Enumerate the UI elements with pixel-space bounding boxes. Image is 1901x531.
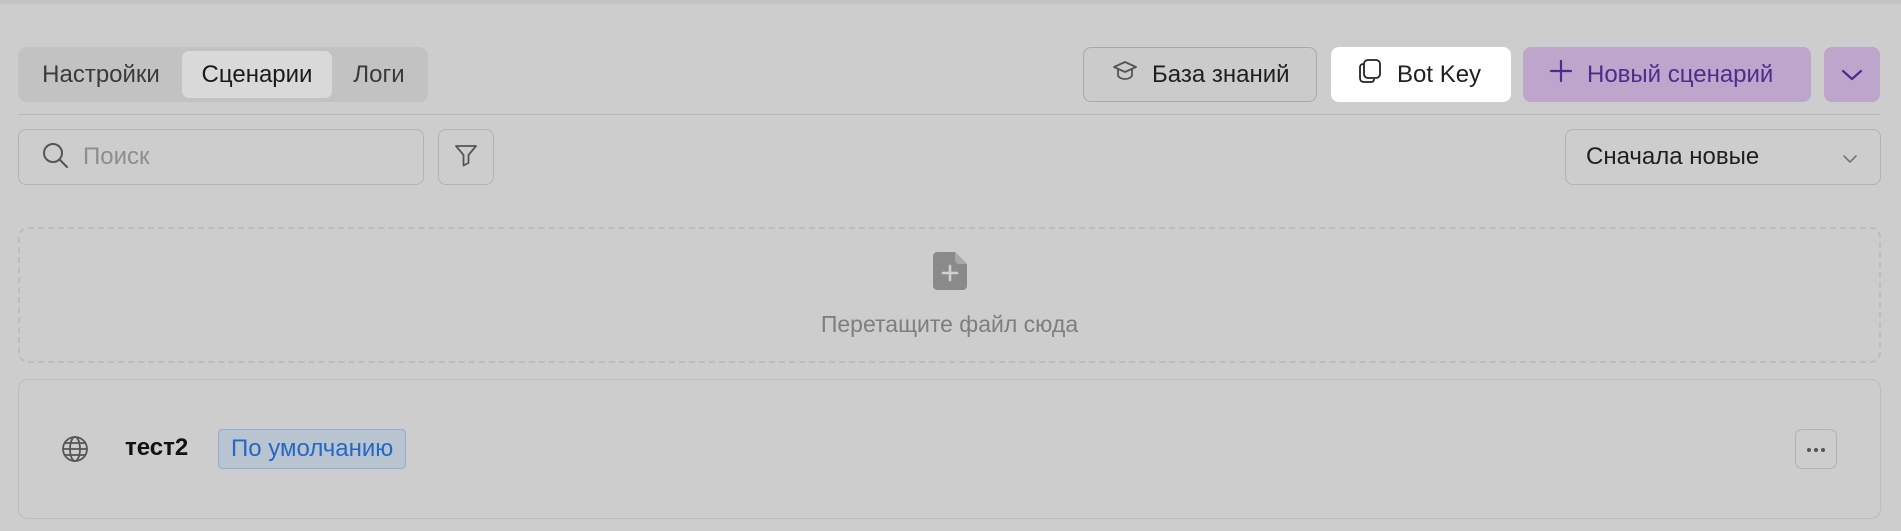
graduation-cap-icon <box>1112 60 1138 89</box>
bot-key-button[interactable]: Bot Key <box>1331 47 1511 102</box>
sort-select[interactable]: Сначала новые <box>1565 129 1881 185</box>
tab-settings[interactable]: Настройки <box>22 51 180 98</box>
bot-key-label: Bot Key <box>1397 60 1482 88</box>
plus-icon <box>1549 59 1573 90</box>
filter-button[interactable] <box>438 129 494 185</box>
new-scenario-dropdown-button[interactable] <box>1824 47 1880 102</box>
globe-icon <box>61 435 89 468</box>
scenario-card[interactable]: тест2 По умолчанию <box>18 379 1881 519</box>
knowledge-base-label: База знаний <box>1152 60 1290 88</box>
tab-bar: Настройки Сценарии Логи <box>18 47 428 102</box>
search-box[interactable] <box>18 129 424 185</box>
default-badge: По умолчанию <box>218 429 407 469</box>
chevron-down-icon <box>1841 61 1863 89</box>
chevron-down-icon <box>1842 143 1858 171</box>
ellipsis-icon <box>1806 440 1826 458</box>
file-add-icon <box>932 252 967 295</box>
divider <box>18 114 1880 115</box>
sort-selected-value: Сначала новые <box>1586 143 1760 170</box>
scenario-name[interactable]: тест2 <box>125 434 188 462</box>
tab-scenarios[interactable]: Сценарии <box>182 51 332 98</box>
drop-zone-text: Перетащите файл сюда <box>820 311 1079 337</box>
search-icon <box>41 141 69 174</box>
knowledge-base-button[interactable]: База знаний <box>1083 47 1317 102</box>
new-scenario-label: Новый сценарий <box>1587 60 1774 88</box>
new-scenario-button[interactable]: Новый сценарий <box>1523 47 1811 102</box>
more-actions-button[interactable] <box>1795 429 1837 469</box>
search-input[interactable] <box>83 143 403 171</box>
copy-icon <box>1357 58 1383 91</box>
file-drop-zone[interactable]: Перетащите файл сюда <box>18 227 1881 363</box>
tab-logs[interactable]: Логи <box>334 51 424 98</box>
filter-icon <box>453 142 479 173</box>
window-top-edge <box>0 0 1901 4</box>
